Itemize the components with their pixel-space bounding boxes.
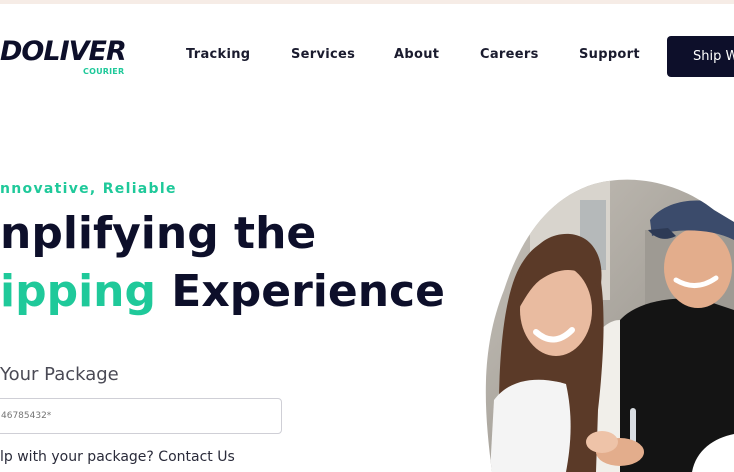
ship-now-button[interactable]: Ship W	[667, 36, 734, 77]
hero-illustration	[485, 179, 734, 472]
nav-services[interactable]: Services	[291, 47, 355, 62]
nav-about[interactable]: About	[394, 47, 439, 62]
track-package-label: Your Package	[0, 364, 119, 385]
help-text: lp with your package? Contact Us	[0, 449, 235, 465]
headline-line-1: nplifying the	[0, 208, 317, 259]
hero-headline: nplifying the ipping Experience	[0, 205, 445, 321]
nav-support[interactable]: Support	[579, 47, 640, 62]
tracking-number-input[interactable]	[0, 398, 282, 434]
brand-name: DOLIVER	[0, 36, 127, 67]
brand-logo[interactable]: DOLIVER COURIER	[0, 36, 130, 80]
headline-accent: ipping	[0, 266, 156, 317]
contact-us-link[interactable]: Contact Us	[158, 449, 234, 465]
brand-tagline: COURIER	[83, 67, 125, 76]
hero-eyebrow: nnovative, Reliable	[0, 181, 177, 197]
nav-careers[interactable]: Careers	[480, 47, 539, 62]
top-border	[0, 0, 734, 4]
headline-line-2: Experience	[155, 266, 445, 317]
hero-photo	[470, 170, 734, 472]
nav-tracking[interactable]: Tracking	[186, 47, 250, 62]
help-prefix: lp with your package?	[0, 449, 159, 465]
